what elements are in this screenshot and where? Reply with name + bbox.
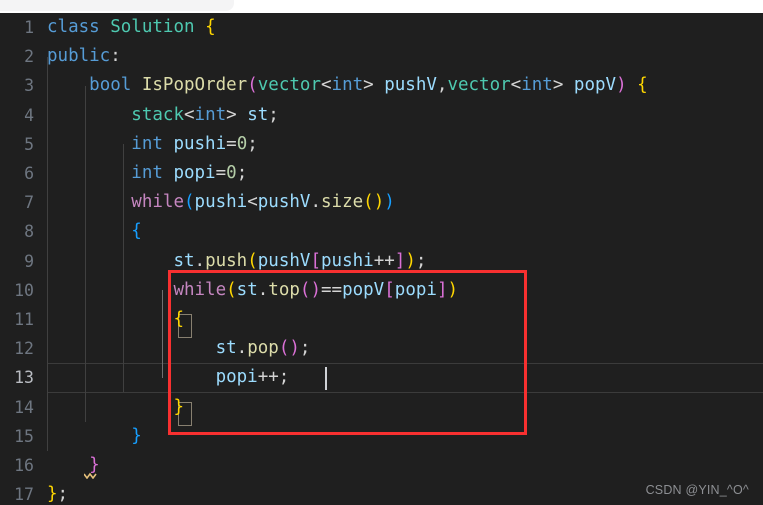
line-number: 5 — [24, 134, 34, 154]
code-line[interactable]: 9 st.push(pushV[pushi++]); — [0, 247, 763, 276]
line-content: st.pop(); — [215, 338, 311, 359]
tab-remnant[interactable] — [0, 0, 234, 11]
line-content: int pushi=0; — [131, 133, 258, 154]
line-number: 4 — [24, 105, 34, 125]
line-content: }; — [47, 484, 69, 505]
code-line[interactable]: 5 int pushi=0; — [0, 130, 763, 159]
line-content: while(pushi<pushV.size()) — [131, 192, 395, 213]
line-number-active: 13 — [14, 368, 34, 388]
line-content: while(st.top()==popV[popi]) — [173, 279, 459, 300]
code-editor[interactable]: 1 class Solution { 2 public: 3 bool IsPo… — [0, 13, 763, 505]
code-line-active[interactable]: 13 popi++; — [0, 363, 763, 392]
line-content: public: — [47, 46, 121, 67]
line-content: int popi=0; — [131, 163, 248, 183]
watermark-text: CSDN @YIN_^O^ — [645, 483, 749, 497]
code-line[interactable]: 6 int popi=0; — [0, 159, 763, 188]
code-line[interactable]: 14 } — [0, 393, 763, 422]
line-content: } — [131, 425, 142, 446]
line-content: bool IsPopOrder(vector<int> pushV,vector… — [89, 75, 648, 96]
line-number: 16 — [14, 456, 34, 475]
line-content: } — [89, 455, 100, 475]
code-line[interactable]: 1 class Solution { — [0, 13, 763, 42]
code-line[interactable]: 7 while(pushi<pushV.size()) — [0, 188, 763, 217]
line-content: stack<int> st; — [131, 104, 279, 125]
line-content: { — [131, 221, 142, 242]
line-number: 12 — [14, 339, 34, 359]
line-number: 1 — [24, 18, 34, 37]
line-number: 2 — [24, 47, 34, 67]
code-line[interactable]: 3 bool IsPopOrder(vector<int> pushV,vect… — [0, 71, 763, 100]
line-number: 9 — [24, 251, 34, 271]
line-content: popi++; — [215, 367, 290, 388]
code-line[interactable]: 4 stack<int> st; — [0, 101, 763, 130]
code-line[interactable]: 2 public: — [0, 42, 763, 71]
code-line[interactable]: 12 st.pop(); — [0, 334, 763, 363]
line-number: 11 — [14, 310, 34, 329]
line-number: 6 — [24, 164, 34, 183]
line-number: 15 — [14, 426, 34, 446]
line-number: 10 — [14, 280, 34, 300]
code-line[interactable]: 11 { — [0, 305, 763, 334]
text-cursor — [325, 367, 327, 390]
line-content: { — [173, 309, 184, 329]
line-number: 3 — [24, 76, 34, 96]
code-line[interactable]: 15 } — [0, 422, 763, 451]
code-line[interactable]: 16 } — [0, 451, 763, 480]
line-content: st.push(pushV[pushi++]); — [173, 250, 427, 271]
tab-strip — [0, 0, 763, 13]
line-number: 14 — [14, 397, 34, 417]
line-content: } — [173, 396, 184, 417]
code-line[interactable]: 10 while(st.top()==popV[popi]) — [0, 276, 763, 305]
line-content: class Solution { — [47, 17, 216, 37]
line-number: 8 — [24, 222, 34, 242]
code-line[interactable]: 8 { — [0, 217, 763, 246]
line-number: 17 — [14, 485, 34, 505]
line-number: 7 — [24, 193, 34, 213]
